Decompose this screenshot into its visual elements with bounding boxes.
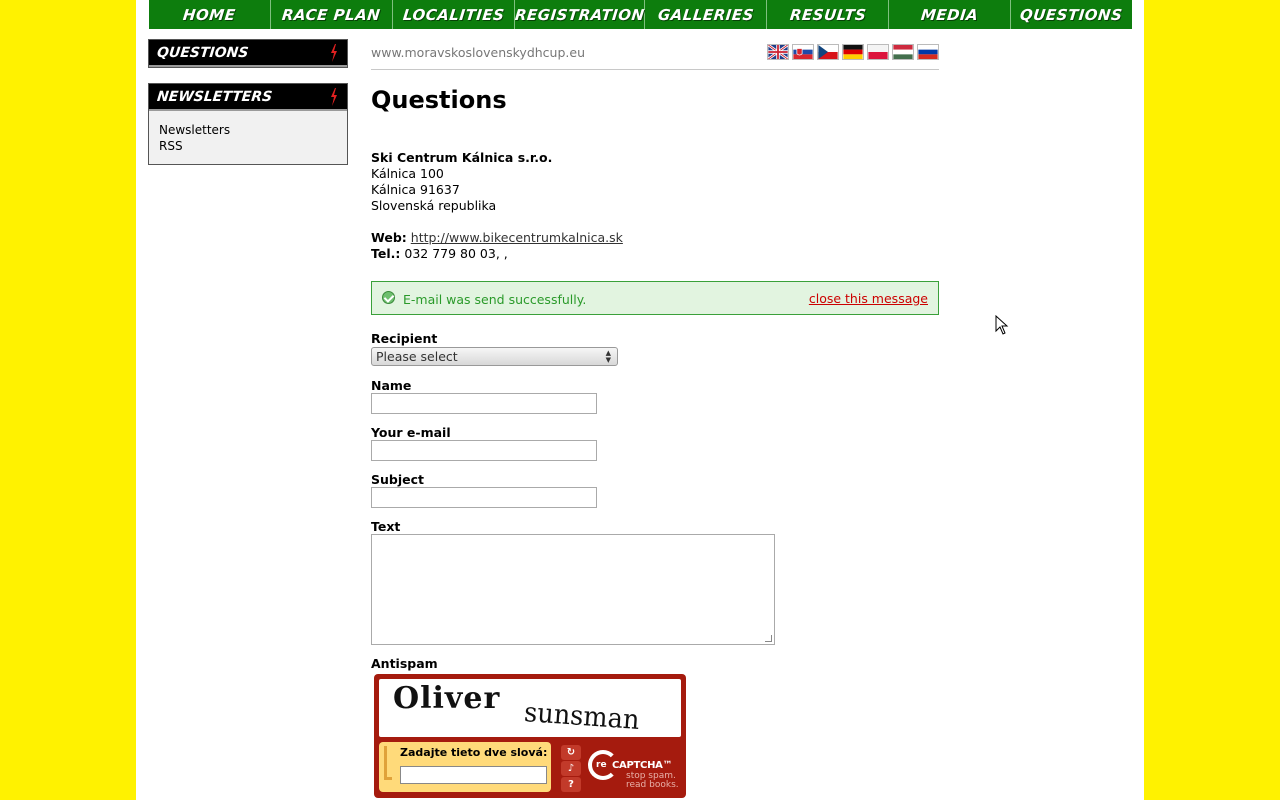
company-web-row: Web: http://www.bikecentrumkalnica.sk (371, 230, 623, 246)
captcha-word-2: sunsman (523, 697, 641, 736)
check-icon (382, 291, 395, 304)
nav-questions[interactable]: QUESTIONS (1011, 0, 1132, 29)
germany-flag-icon[interactable] (842, 44, 864, 60)
nav-galleries[interactable]: GALLERIES (645, 0, 768, 29)
lightning-bolt-icon (331, 88, 337, 106)
nav-questions-label: QUESTIONS (1019, 5, 1124, 24)
captcha-input-panel: Zadajte tieto dve slová: (379, 742, 551, 792)
sidebar-link-rss[interactable]: RSS (159, 138, 337, 154)
tel-label: Tel.: (371, 246, 401, 261)
sidebar-newsletters-box: NEWSLETTERS Newsletters RSS (148, 83, 348, 165)
sidebar-questions-header[interactable]: QUESTIONS (149, 40, 347, 67)
company-name: Ski Centrum Kálnica s.r.o. (371, 150, 553, 165)
nav-results[interactable]: RESULTS (767, 0, 890, 29)
recaptcha-widget: Oliver sunsman Zadajte tieto dve slová: … (374, 674, 686, 798)
company-tel-row: Tel.: 032 779 80 03, , (371, 246, 623, 262)
company-country: Slovenská republika (371, 198, 497, 213)
sidebar-questions-title: QUESTIONS (156, 44, 250, 61)
subject-label: Subject (371, 472, 424, 487)
sidebar-newsletters-header[interactable]: NEWSLETTERS (149, 84, 347, 111)
nav-galleries-label: GALLERIES (656, 5, 755, 24)
page-container: HOME RACE PLAN LOCALITIES REGISTRATION G… (136, 0, 1144, 800)
slovakia-flag-icon[interactable] (792, 44, 814, 60)
company-web-link[interactable]: http://www.bikecentrumkalnica.sk (411, 230, 623, 245)
name-input[interactable] (371, 393, 597, 414)
text-label: Text (371, 519, 401, 534)
recaptcha-tagline: stop spam. read books. (626, 772, 679, 790)
site-header: www.moravskoslovenskydhcup.eu (371, 41, 939, 70)
success-message: E-mail was send successfully. close this… (371, 281, 939, 315)
sidebar-link-newsletters[interactable]: Newsletters (159, 122, 337, 138)
recipient-select-value: Please select (376, 349, 458, 364)
company-city: Kálnica 91637 (371, 182, 460, 197)
refresh-icon[interactable]: ↻ (561, 745, 581, 760)
captcha-response-input[interactable] (400, 766, 547, 784)
tel-value: 032 779 80 03, , (404, 246, 508, 261)
lightning-bolt-icon (331, 44, 337, 62)
recaptcha-brand: CAPTCHA™ (612, 760, 673, 771)
captcha-word-1: Oliver (393, 681, 501, 716)
nav-registration[interactable]: REGISTRATION (513, 0, 646, 29)
close-message-link[interactable]: close this message (809, 291, 928, 306)
web-label: Web: (371, 230, 407, 245)
russia-flag-icon[interactable] (917, 44, 939, 60)
uk-flag-icon[interactable] (767, 44, 789, 60)
nav-race-plan[interactable]: RACE PLAN (271, 0, 393, 29)
success-message-text: E-mail was send successfully. (403, 292, 587, 307)
nav-media-label: MEDIA (920, 5, 980, 24)
nav-localities[interactable]: LOCALITIES (393, 0, 515, 29)
recaptcha-re: re (596, 760, 607, 770)
nav-home[interactable]: HOME (149, 0, 271, 29)
arrow-icon (384, 746, 392, 780)
name-label: Name (371, 378, 412, 393)
company-street: Kálnica 100 (371, 166, 444, 181)
mouse-cursor-icon (995, 315, 1009, 335)
hungary-flag-icon[interactable] (892, 44, 914, 60)
site-url: www.moravskoslovenskydhcup.eu (371, 45, 585, 60)
audio-icon[interactable]: ♪ (561, 761, 581, 776)
page-title: Questions (371, 86, 507, 114)
nav-race-plan-label: RACE PLAN (281, 5, 382, 24)
text-textarea[interactable] (371, 534, 775, 645)
company-address: Ski Centrum Kálnica s.r.o. Kálnica 100 K… (371, 150, 623, 262)
nav-results-label: RESULTS (788, 5, 867, 24)
email-input[interactable] (371, 440, 597, 461)
email-label: Your e-mail (371, 425, 451, 440)
resize-grip-icon[interactable] (765, 635, 772, 642)
select-arrows-icon: ▲ ▼ (605, 349, 611, 364)
help-icon[interactable]: ? (561, 777, 581, 792)
captcha-prompt: Zadajte tieto dve slová: (400, 746, 548, 759)
nav-home-label: HOME (182, 5, 237, 24)
czech-flag-icon[interactable] (817, 44, 839, 60)
sidebar-newsletters-title: NEWSLETTERS (156, 88, 273, 105)
nav-registration-label: REGISTRATION (513, 5, 646, 24)
antispam-label: Antispam (371, 656, 438, 671)
language-flags (767, 44, 939, 60)
recipient-label: Recipient (371, 331, 438, 346)
nav-media[interactable]: MEDIA (889, 0, 1012, 29)
sidebar-questions-box: QUESTIONS (148, 39, 348, 68)
subject-input[interactable] (371, 487, 597, 508)
sidebar-newsletters-list: Newsletters RSS (149, 111, 347, 164)
nav-localities-label: LOCALITIES (401, 5, 505, 24)
top-navigation: HOME RACE PLAN LOCALITIES REGISTRATION G… (149, 0, 1132, 29)
recaptcha-logo: re CAPTCHA™ stop spam. read books. (588, 748, 684, 792)
recaptcha-tagline-2: read books. (626, 780, 679, 790)
recipient-select[interactable]: Please select ▲ ▼ (371, 347, 618, 366)
captcha-image: Oliver sunsman (379, 679, 681, 737)
poland-flag-icon[interactable] (867, 44, 889, 60)
